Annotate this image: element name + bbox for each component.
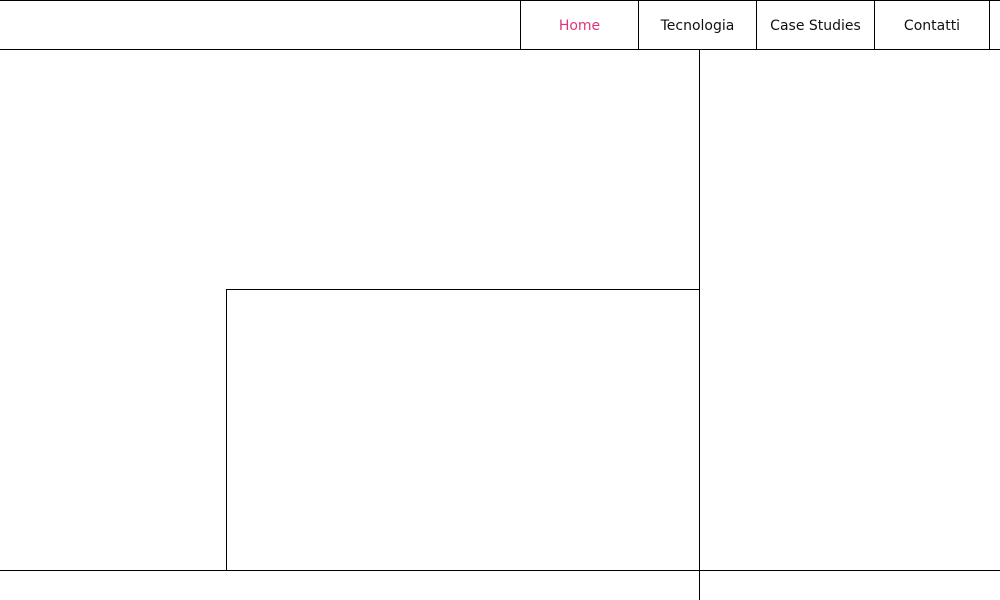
nav-item-case-studies[interactable]: Case Studies (756, 1, 874, 50)
top-header: Home Tecnologia Case Studies Contatti (0, 0, 1000, 50)
nav-item-tecnologia[interactable]: Tecnologia (638, 1, 756, 50)
nav-item-label: Contatti (903, 17, 961, 34)
content-box (226, 289, 700, 571)
nav-item-contatti[interactable]: Contatti (874, 1, 990, 50)
nav-item-label: Home (558, 17, 601, 34)
main-nav: Home Tecnologia Case Studies Contatti (520, 1, 990, 50)
nav-item-label: Case Studies (770, 17, 861, 34)
page: Home Tecnologia Case Studies Contatti (0, 0, 1000, 600)
nav-item-home[interactable]: Home (520, 1, 638, 50)
footer-divider (0, 570, 1000, 571)
nav-item-label: Tecnologia (660, 17, 735, 34)
